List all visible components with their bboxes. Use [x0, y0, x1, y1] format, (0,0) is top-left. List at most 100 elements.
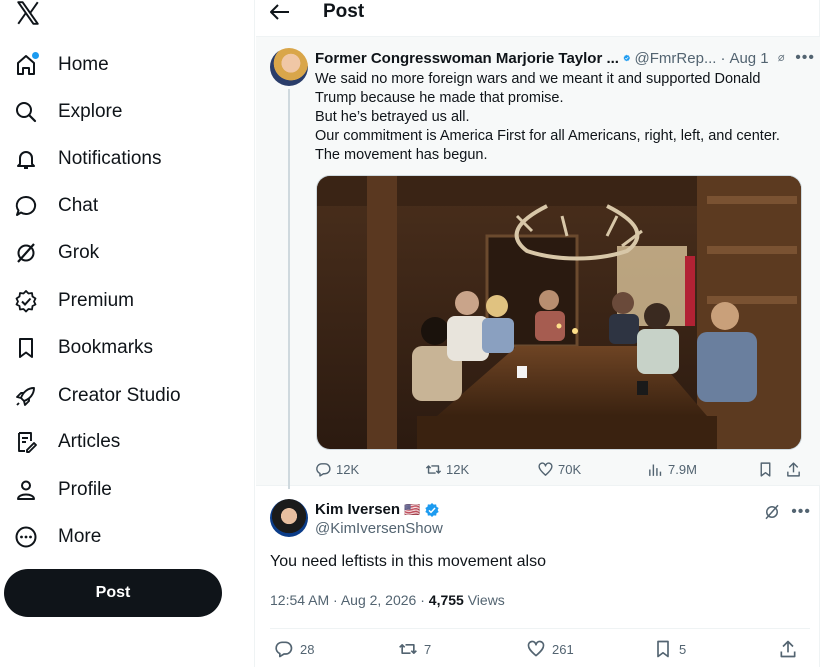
sidebar-item-notifications[interactable]: Notifications	[12, 139, 162, 179]
more-options-icon[interactable]: •••	[795, 49, 815, 67]
tweet-timestamp[interactable]: 12:54 AM · Aug 2, 2026 ·	[270, 592, 429, 608]
tweet-line: The movement has begun.	[315, 147, 488, 163]
sidebar-item-grok[interactable]: Grok	[12, 233, 99, 273]
view-count: 4,755	[428, 592, 464, 608]
tweet-line: Trump because he made that promise.	[315, 90, 564, 106]
separator: ·	[720, 49, 726, 67]
verified-badge-icon	[12, 287, 40, 315]
grok-icon[interactable]	[763, 503, 781, 521]
tweet-line: But he’s betrayed us all.	[315, 109, 470, 125]
reply-button[interactable]: 28	[274, 639, 314, 659]
verified-icon	[425, 502, 439, 517]
heart-icon	[538, 462, 553, 476]
notification-dot	[32, 52, 39, 59]
more-circle-icon	[12, 523, 40, 551]
sidebar-item-label: Notifications	[58, 148, 162, 169]
repost-icon	[425, 465, 442, 474]
views-label: Views	[467, 592, 505, 608]
sidebar-item-label: Chat	[58, 195, 99, 216]
author-name[interactable]: Former Congresswoman Marjorie Taylor ...	[315, 50, 619, 67]
share-icon	[780, 640, 796, 658]
repost-count: 12K	[446, 462, 470, 477]
analytics-icon	[649, 464, 662, 476]
sidebar-item-chat[interactable]: Chat	[12, 186, 98, 226]
grok-icon	[12, 239, 40, 267]
sidebar-item-label: More	[58, 526, 102, 547]
bookmark-icon	[12, 334, 40, 362]
bookmark-button[interactable]: 5	[653, 639, 686, 659]
view-count: 7.9M	[668, 462, 697, 477]
sidebar-item-profile[interactable]: Profile	[12, 470, 112, 510]
tweet-meta: 12:54 AM · Aug 2, 2026 · 4,755 Views	[270, 592, 505, 608]
bookmark-icon	[760, 462, 771, 477]
reply-icon	[275, 641, 293, 658]
repost-button[interactable]: 7	[398, 639, 431, 659]
sidebar-item-label: Creator Studio	[58, 385, 181, 406]
search-icon	[12, 98, 40, 126]
sidebar-item-label: Grok	[58, 242, 100, 263]
tweet-text: We said no more foreign wars and we mean…	[315, 70, 805, 165]
author-name[interactable]: Kim Iversen	[315, 501, 400, 518]
like-button[interactable]: 70K	[537, 461, 581, 478]
avatar[interactable]	[270, 499, 308, 537]
views-button[interactable]: 7.9M	[647, 461, 697, 478]
dinner-photo-image	[317, 176, 801, 449]
reply-count: 28	[300, 641, 315, 657]
reply-header: Kim Iversen 🇺🇸 @KimIversenShow	[315, 501, 805, 537]
reply-icon	[316, 463, 331, 477]
sidebar-item-label: Explore	[58, 101, 123, 122]
repost-icon	[399, 644, 417, 654]
reply-text: You need leftists in this movement also	[270, 553, 547, 570]
tweet-photo[interactable]	[316, 175, 802, 450]
sidebar-item-explore[interactable]: Explore	[12, 92, 122, 132]
sidebar-item-bookmarks[interactable]: Bookmarks	[12, 328, 153, 368]
bell-icon	[12, 145, 40, 173]
reply-button[interactable]: 12K	[315, 461, 359, 478]
repost-button[interactable]: 12K	[425, 461, 469, 478]
author-handle[interactable]: @KimIversenShow	[315, 520, 805, 537]
chat-bubble-icon	[12, 192, 40, 220]
more-options-icon[interactable]: •••	[791, 503, 811, 521]
reply-actions: 28 7 261 5	[270, 628, 810, 664]
page-header: Post	[256, 0, 820, 28]
tweet-line: We said no more foreign wars and we mean…	[315, 71, 761, 87]
heart-icon	[527, 640, 545, 657]
flag-emoji: 🇺🇸	[404, 501, 421, 517]
like-count: 70K	[558, 462, 582, 477]
share-icon	[787, 462, 800, 477]
parent-tweet[interactable]: Former Congresswoman Marjorie Taylor ...…	[256, 36, 820, 489]
x-logo-icon[interactable]	[14, 0, 42, 26]
tweet-time[interactable]: Aug 1	[729, 50, 768, 67]
page-title: Post	[323, 1, 365, 22]
share-button[interactable]	[785, 461, 806, 478]
back-arrow-icon[interactable]	[268, 2, 292, 22]
sidebar-item-creator-studio[interactable]: Creator Studio	[12, 376, 181, 416]
repost-count: 7	[424, 641, 432, 657]
rocket-icon	[12, 382, 40, 410]
reply-name-row: Kim Iversen 🇺🇸	[315, 501, 805, 518]
post-button[interactable]: Post	[4, 569, 222, 617]
grok-icon[interactable]	[777, 49, 786, 67]
article-icon	[12, 428, 40, 456]
sidebar-item-articles[interactable]: Articles	[12, 422, 120, 462]
tweet-header: Former Congresswoman Marjorie Taylor ...…	[315, 49, 815, 67]
sidebar-item-label: Profile	[58, 479, 112, 500]
bookmark-button[interactable]	[757, 461, 778, 478]
like-button[interactable]: 261	[526, 639, 574, 659]
sidebar-item-premium[interactable]: Premium	[12, 281, 134, 321]
thread-line	[288, 89, 290, 489]
author-handle[interactable]: @FmrRep...	[635, 50, 717, 67]
sidebar-item-label: Articles	[58, 431, 121, 452]
person-icon	[12, 476, 40, 504]
main-column: Post Former Congresswoman Marjorie Taylo…	[256, 0, 820, 667]
tweet-actions: 12K 12K 70K 7.9M	[315, 461, 805, 481]
sidebar: Home Explore Notifications Chat Grok Pre…	[0, 0, 255, 667]
tweet-line: Our commitment is America First for all …	[315, 128, 780, 144]
sidebar-item-home[interactable]: Home	[12, 45, 109, 85]
share-button[interactable]	[778, 639, 804, 659]
bookmark-icon	[657, 640, 669, 658]
sidebar-item-more[interactable]: More	[12, 517, 101, 557]
sidebar-item-label: Bookmarks	[58, 337, 154, 358]
avatar[interactable]	[270, 48, 308, 86]
bookmark-count: 5	[679, 641, 687, 657]
